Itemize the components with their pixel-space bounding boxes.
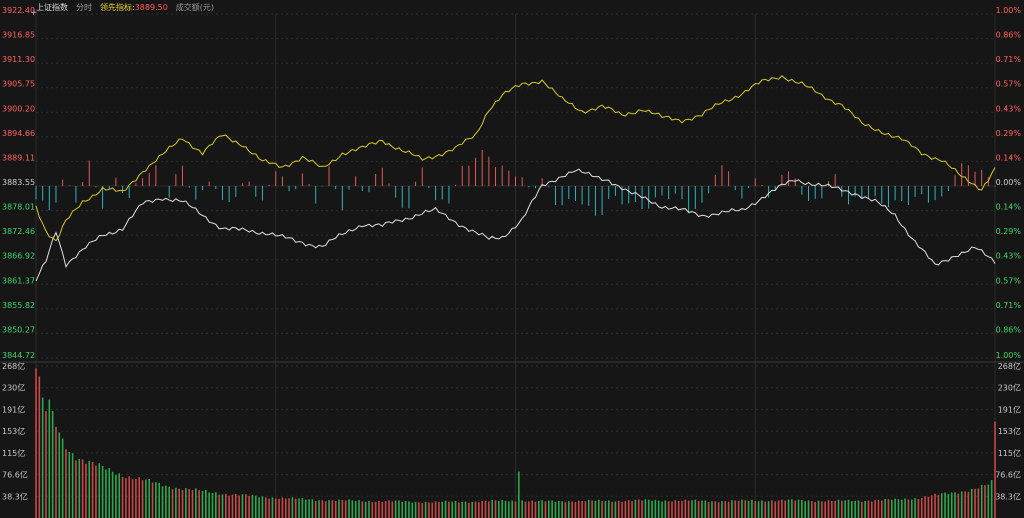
pct-tick-label: 1.00%: [996, 6, 1022, 15]
pct-tick-label: 0.71%: [996, 301, 1022, 310]
pct-tick-label: 0.86%: [996, 31, 1022, 40]
volume-tick-label-right: 230亿: [998, 383, 1021, 393]
volume-tick-label-right: 38.3亿: [995, 491, 1021, 501]
pct-tick-label: 0.71%: [996, 55, 1022, 64]
price-tick-label: 3878.01: [2, 203, 35, 212]
price-tick-label: 3905.75: [2, 80, 35, 89]
volume-tick-label-right: 115亿: [998, 448, 1021, 458]
price-tick-label: 3894.66: [2, 129, 35, 138]
volume-tick-label: 76.6亿: [2, 470, 28, 480]
price-tick-label: 3872.46: [2, 227, 35, 236]
pct-tick-label: 0.86%: [996, 325, 1022, 334]
pct-tick-label: 0.14%: [996, 153, 1022, 162]
price-tick-label: 3883.55: [2, 178, 35, 187]
volume-tick-label: 38.3亿: [2, 491, 28, 501]
volume-tick-label: 153亿: [2, 426, 25, 436]
pct-tick-label: 0.57%: [996, 80, 1022, 89]
price-tick-label: 3900.20: [2, 104, 35, 113]
pct-tick-label: 0.29%: [996, 129, 1022, 138]
price-tick-label: 3850.27: [2, 325, 35, 334]
price-tick-label: 3855.82: [2, 301, 35, 310]
pct-tick-label: 0.43%: [996, 104, 1022, 113]
volume-tick-label: 115亿: [2, 448, 25, 458]
volume-tick-label-right: 153亿: [998, 426, 1021, 436]
price-tick-label: 3889.11: [2, 153, 35, 162]
price-tick-label: 3911.30: [2, 55, 35, 64]
pct-tick-label: 0.00%: [996, 178, 1022, 187]
volume-tick-label: 230亿: [2, 383, 25, 393]
volume-tick-label: 268亿: [2, 361, 25, 371]
price-tick-label: 3861.37: [2, 276, 35, 285]
price-tick-label: 3916.85: [2, 31, 35, 40]
price-tick-label: 3844.72: [2, 351, 35, 360]
intraday-chart[interactable]: 3922.40 1.00% 3916.85 0.86% 3911.30 0.71% 3905…: [0, 0, 1024, 518]
volume-tick-label-right: 191亿: [998, 404, 1021, 414]
pct-tick-label: 0.14%: [996, 203, 1022, 212]
pct-tick-label: 0.43%: [996, 252, 1022, 261]
pct-tick-label: 0.57%: [996, 276, 1022, 285]
pct-tick-label: 0.29%: [996, 227, 1022, 236]
volume-tick-label-right: 76.6亿: [995, 470, 1021, 480]
volume-tick-label: 191亿: [2, 404, 25, 414]
price-tick-label: 3922.40: [2, 6, 35, 15]
volume-tick-label-right: 268亿: [998, 361, 1021, 371]
price-tick-label: 3866.92: [2, 252, 35, 261]
pct-tick-label: 1.00%: [996, 351, 1022, 360]
